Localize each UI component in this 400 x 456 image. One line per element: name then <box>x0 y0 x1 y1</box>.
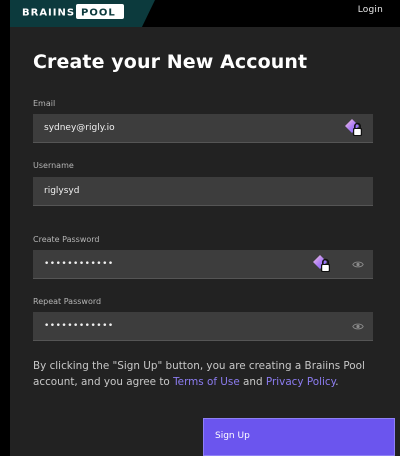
create-password-field[interactable]: •••••••••••• <box>33 250 373 279</box>
repeat-password-label: Repeat Password <box>33 297 102 306</box>
brand-banner: BRAIINS POOL <box>10 0 155 27</box>
username-field[interactable]: riglysyd <box>33 177 373 206</box>
repeat-password-field[interactable]: •••••••••••• <box>33 312 373 341</box>
app-root: BRAIINS POOL Login Create your New Accou… <box>0 0 400 456</box>
eye-icon[interactable] <box>352 260 364 269</box>
svg-text:POOL: POOL <box>81 8 116 19</box>
email-label: Email <box>33 99 56 108</box>
sign-up-button[interactable]: Sign Up <box>203 418 395 456</box>
agreement-and: and <box>243 375 263 388</box>
svg-text:BRAIINS: BRAIINS <box>22 8 75 19</box>
privacy-policy-link[interactable]: Privacy Policy <box>266 376 335 388</box>
password-manager-key-icon[interactable] <box>312 254 332 274</box>
password-manager-key-icon[interactable] <box>344 118 364 138</box>
page-title: Create your New Account <box>33 51 308 73</box>
top-bar: BRAIINS POOL Login <box>0 0 400 27</box>
username-label: Username <box>33 161 74 170</box>
terms-agreement-text: By clicking the "Sign Up" button, you ar… <box>33 359 373 390</box>
agreement-suffix: . <box>335 375 339 388</box>
terms-of-use-link[interactable]: Terms of Use <box>173 376 240 388</box>
email-field[interactable]: sydney@rigly.io <box>33 114 373 143</box>
email-value: sydney@rigly.io <box>44 123 115 133</box>
username-value: riglysyd <box>44 186 80 196</box>
eye-icon[interactable] <box>352 322 364 331</box>
repeat-password-value: •••••••••••• <box>44 321 114 331</box>
create-password-value: •••••••••••• <box>44 259 114 269</box>
create-password-label: Create Password <box>33 235 100 244</box>
braiins-pool-logo[interactable]: BRAIINS POOL <box>22 3 125 20</box>
login-link[interactable]: Login <box>358 5 383 15</box>
signup-panel: Create your New Account Email sydney@rig… <box>10 27 400 456</box>
